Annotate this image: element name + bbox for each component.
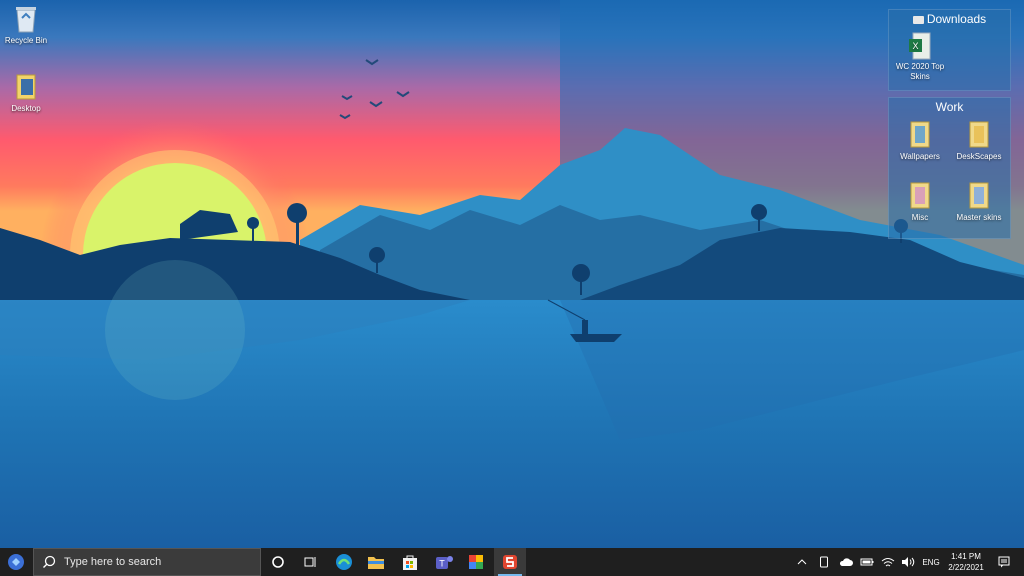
network-button[interactable] — [878, 548, 898, 576]
input-language-button[interactable]: ENG — [920, 548, 942, 576]
excel-file-icon: X — [909, 32, 931, 60]
master-skins-folder[interactable]: Master skins — [950, 181, 1008, 223]
clock[interactable]: 1:41 PM 2/22/2021 — [940, 548, 992, 576]
folder-icon — [910, 182, 930, 209]
wc-2020-top-skins-file[interactable]: X WC 2020 Top Skins — [891, 32, 949, 82]
task-view-button[interactable] — [294, 548, 326, 576]
desktop-folder-label: Desktop — [11, 104, 41, 113]
recycle-bin[interactable]: Recycle Bin — [0, 4, 56, 45]
colorful-app-icon — [469, 555, 483, 569]
folder-icon — [16, 74, 36, 100]
tray-app-button[interactable] — [814, 548, 834, 576]
svg-text:X: X — [912, 41, 918, 51]
taskbar-app-teams[interactable]: T — [428, 548, 460, 576]
volume-button[interactable] — [898, 548, 918, 576]
teams-icon: T — [436, 556, 453, 569]
start-button[interactable] — [0, 548, 32, 576]
desktop: Recycle Bin Desktop Downloads X WC 2020 … — [0, 0, 1024, 548]
chevron-up-icon — [797, 559, 807, 565]
battery-button[interactable] — [857, 548, 877, 576]
recycle-bin-label: Recycle Bin — [4, 36, 48, 45]
notification-icon — [998, 556, 1010, 568]
folder-icon — [969, 121, 989, 148]
cloud-icon — [839, 558, 853, 566]
misc-folder[interactable]: Misc — [891, 181, 949, 223]
speaker-icon — [902, 557, 915, 567]
svg-text:T: T — [439, 559, 445, 569]
taskbar-app-stardock[interactable] — [494, 548, 526, 576]
taskbar-app-file-explorer[interactable] — [360, 548, 392, 576]
clock-date: 2/22/2021 — [948, 563, 984, 572]
downloads-fence-title: Downloads — [889, 10, 1010, 28]
taskbar-app-colorful[interactable] — [460, 548, 492, 576]
clock-time: 1:41 PM — [951, 552, 981, 561]
search-icon — [43, 555, 56, 568]
wifi-icon — [881, 558, 895, 567]
file-explorer-icon — [368, 557, 384, 569]
folder-icon — [910, 121, 930, 148]
edge-icon — [336, 554, 352, 570]
search-box[interactable]: Type here to search — [33, 548, 261, 576]
folder-icon — [912, 16, 924, 24]
work-fence[interactable]: Work Wallpapers DeskScapes Misc Master s… — [888, 97, 1011, 239]
cortana-icon — [272, 556, 284, 568]
action-center-button[interactable] — [994, 548, 1014, 576]
taskbar-app-store[interactable] — [394, 548, 426, 576]
stardock-icon — [503, 555, 517, 569]
store-icon — [403, 555, 417, 570]
search-placeholder: Type here to search — [64, 556, 162, 568]
downloads-fence[interactable]: Downloads X WC 2020 Top Skins — [888, 9, 1011, 91]
battery-icon — [860, 558, 874, 566]
cortana-button[interactable] — [262, 548, 294, 576]
tablet-icon — [820, 556, 828, 568]
onedrive-button[interactable] — [836, 548, 856, 576]
wallpaper-landscape — [0, 0, 1024, 548]
folder-icon — [969, 182, 989, 209]
desktop-folder[interactable]: Desktop — [0, 72, 56, 113]
work-fence-title: Work — [935, 100, 964, 114]
task-view-icon — [304, 557, 316, 567]
taskbar-app-edge[interactable] — [328, 548, 360, 576]
deskscapes-folder[interactable]: DeskScapes — [950, 120, 1008, 162]
show-hidden-icons-button[interactable] — [792, 548, 812, 576]
taskbar: Type here to search T ENG 1:41 PM 2/22/2… — [0, 548, 1024, 576]
start-icon — [8, 554, 24, 570]
wallpapers-folder[interactable]: Wallpapers — [891, 120, 949, 162]
recycle-bin-icon — [16, 7, 36, 33]
